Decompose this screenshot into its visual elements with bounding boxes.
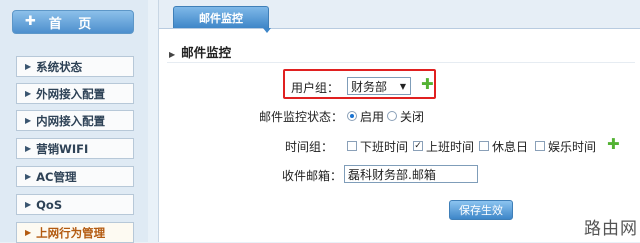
sidebar-item-label: 内网接入配置: [36, 113, 106, 128]
time-fun-checkbox[interactable]: [535, 141, 545, 151]
home-button[interactable]: ✚ 首 页: [12, 10, 134, 34]
section-title-text: 邮件监控: [181, 45, 232, 60]
sidebar-item-label: 上网行为管理: [36, 225, 106, 240]
tab-mail-monitor[interactable]: 邮件监控: [173, 6, 269, 28]
chevron-right-icon: ▶: [25, 172, 32, 181]
status-disable-label: 关闭: [400, 110, 425, 124]
sidebar-item-label: 外网接入配置: [36, 86, 106, 101]
plus-icon: ✚: [25, 14, 36, 29]
chevron-right-icon: ▶: [25, 200, 32, 209]
user-group-select[interactable]: 财务部 ▼: [347, 77, 411, 95]
divider: [167, 62, 635, 63]
sidebar-item-label: QoS: [36, 197, 63, 212]
sidebar: ✚ 首 页 ▶ 系统状态 ▶ 外网接入配置 ▶ 内网接入配置 ▶ 营销WIFI …: [0, 0, 148, 243]
time-fun-label: 娱乐时间: [548, 140, 597, 154]
watermark: 路由网: [584, 219, 638, 239]
sidebar-item-marketing-wifi[interactable]: ▶ 营销WIFI: [16, 138, 134, 159]
time-work-checkbox[interactable]: ✓: [413, 141, 423, 151]
home-label: 首 页: [48, 16, 98, 32]
sidebar-item-label: 系统状态: [36, 59, 83, 74]
dropdown-arrow-icon: ▼: [399, 82, 406, 91]
status-disable-radio[interactable]: [387, 111, 397, 121]
time-rest-checkbox[interactable]: [479, 141, 489, 151]
add-icon[interactable]: ✚: [421, 77, 434, 92]
sidebar-item-label: AC管理: [36, 169, 77, 184]
sidebar-item-ac-management[interactable]: ▶ AC管理: [16, 166, 134, 187]
tab-pointer: [263, 28, 271, 33]
mailbox-label: 收件邮箱：: [282, 169, 343, 183]
time-rest-label: 休息日: [492, 140, 529, 154]
save-button-label: 保存生效: [459, 204, 503, 217]
status-enable-radio[interactable]: [347, 111, 357, 121]
section-title: ▶ 邮件监控: [169, 42, 231, 61]
tab-bar: 邮件监控: [159, 0, 640, 29]
sidebar-item-wan-config[interactable]: ▶ 外网接入配置: [16, 83, 134, 104]
add-time-icon[interactable]: ✚: [607, 137, 620, 152]
save-button[interactable]: 保存生效: [449, 200, 513, 220]
sidebar-item-lan-config[interactable]: ▶ 内网接入配置: [16, 110, 134, 131]
sidebar-item-system-status[interactable]: ▶ 系统状态: [16, 56, 134, 77]
sidebar-item-qos[interactable]: ▶ QoS: [16, 194, 134, 215]
monitor-status-label: 邮件监控状态：: [259, 110, 344, 124]
user-group-value: 财务部: [351, 79, 388, 94]
time-group-label: 时间组：: [285, 140, 334, 154]
user-group-label: 用户组：: [291, 81, 340, 95]
status-enable-label: 启用: [360, 110, 385, 124]
time-work-label: 上班时间: [426, 140, 475, 154]
time-offwork-label: 下班时间: [360, 140, 409, 154]
sidebar-item-behavior-management[interactable]: ▶ 上网行为管理: [16, 222, 134, 243]
sidebar-item-label: 营销WIFI: [36, 141, 89, 156]
main-panel: 邮件监控 ▶ 邮件监控 用户组： 财务部 ▼ ✚ 邮件监控状态： 启用 关闭 时间…: [158, 0, 640, 242]
triangle-right-icon: ▶: [169, 50, 176, 59]
chevron-right-icon: ▶: [25, 62, 32, 71]
time-offwork-checkbox[interactable]: [347, 141, 357, 151]
chevron-right-icon: ▶: [25, 144, 32, 153]
chevron-right-icon: ▶: [25, 89, 32, 98]
chevron-right-icon: ▶: [25, 228, 32, 237]
tab-label: 邮件监控: [199, 11, 243, 25]
chevron-right-icon: ▶: [25, 116, 32, 125]
mailbox-input[interactable]: [344, 165, 478, 183]
